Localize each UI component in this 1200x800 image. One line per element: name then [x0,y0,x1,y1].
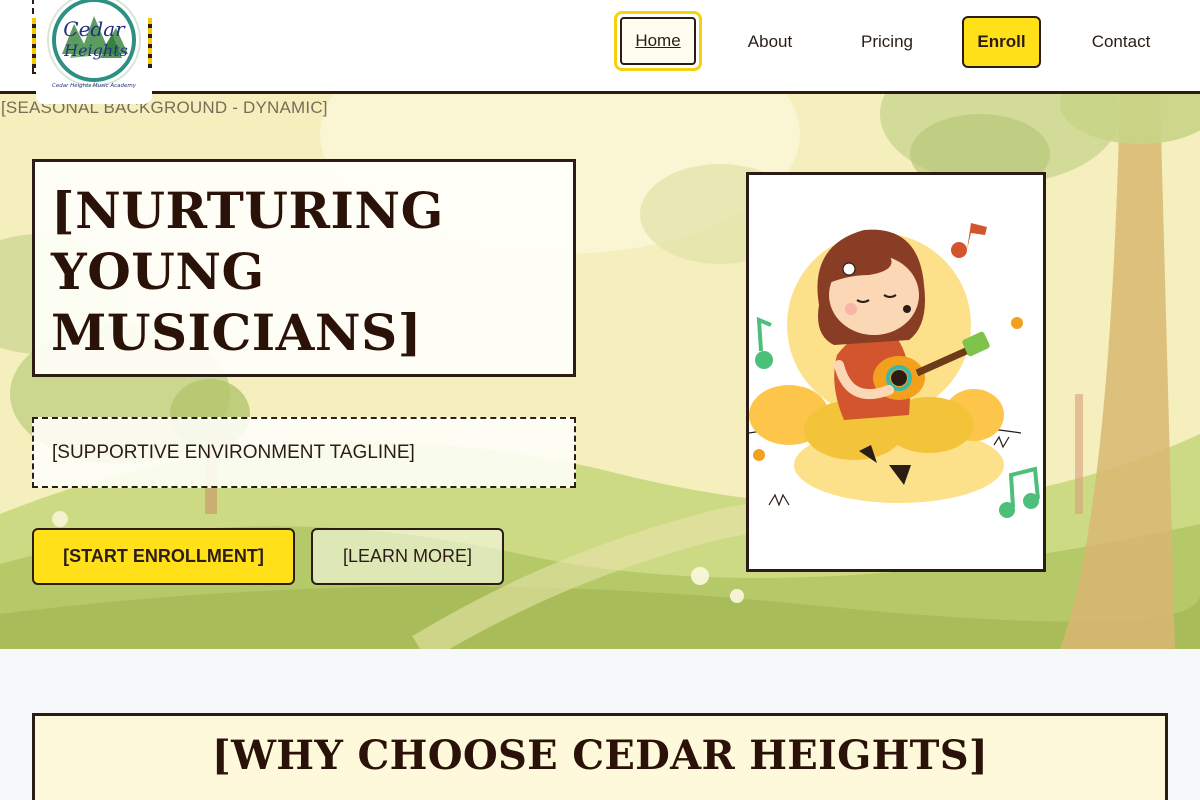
nav-home-label[interactable]: Home [620,17,696,65]
girl-playing-ukulele-illustration-icon [749,223,1040,518]
hero-tagline: [SUPPORTIVE ENVIRONMENT TAGLINE] [32,417,576,488]
hero-section: [SEASONAL BACKGROUND - DYNAMIC] [NURTURI… [0,94,1200,649]
why-title-box: [WHY CHOOSE CEDAR HEIGHTS] [32,713,1168,800]
start-enrollment-button[interactable]: [START ENROLLMENT] [32,528,295,585]
hero-illustration-card [746,172,1046,572]
site-header: Cedar Heights Cedar Heights Music Academ… [0,0,1200,104]
nav-pricing[interactable]: Pricing [848,16,926,68]
why-section: [WHY CHOOSE CEDAR HEIGHTS] [0,649,1200,800]
nav-home[interactable]: Home [614,11,702,71]
why-title: [WHY CHOOSE CEDAR HEIGHTS] [211,732,989,779]
svg-text:Heights: Heights [63,41,128,60]
logo-link[interactable]: Cedar Heights Cedar Heights Music Academ… [32,0,152,104]
svg-text:Cedar: Cedar [63,17,126,41]
logo-badge: Cedar Heights Cedar Heights Music Academ… [36,0,152,104]
svg-text:Cedar Heights Music Academy: Cedar Heights Music Academy [52,83,137,89]
learn-more-button[interactable]: [LEARN MORE] [311,528,504,585]
nav-contact[interactable]: Contact [1080,16,1162,68]
cedar-heights-logo-icon: Cedar Heights Cedar Heights Music Academ… [47,0,141,89]
nav-enroll-button[interactable]: Enroll [962,16,1041,68]
nav-about[interactable]: About [730,16,810,68]
hero-title-box: [NURTURING YOUNG MUSICIANS] [32,159,576,377]
hero-title: [NURTURING YOUNG MUSICIANS] [51,181,444,362]
